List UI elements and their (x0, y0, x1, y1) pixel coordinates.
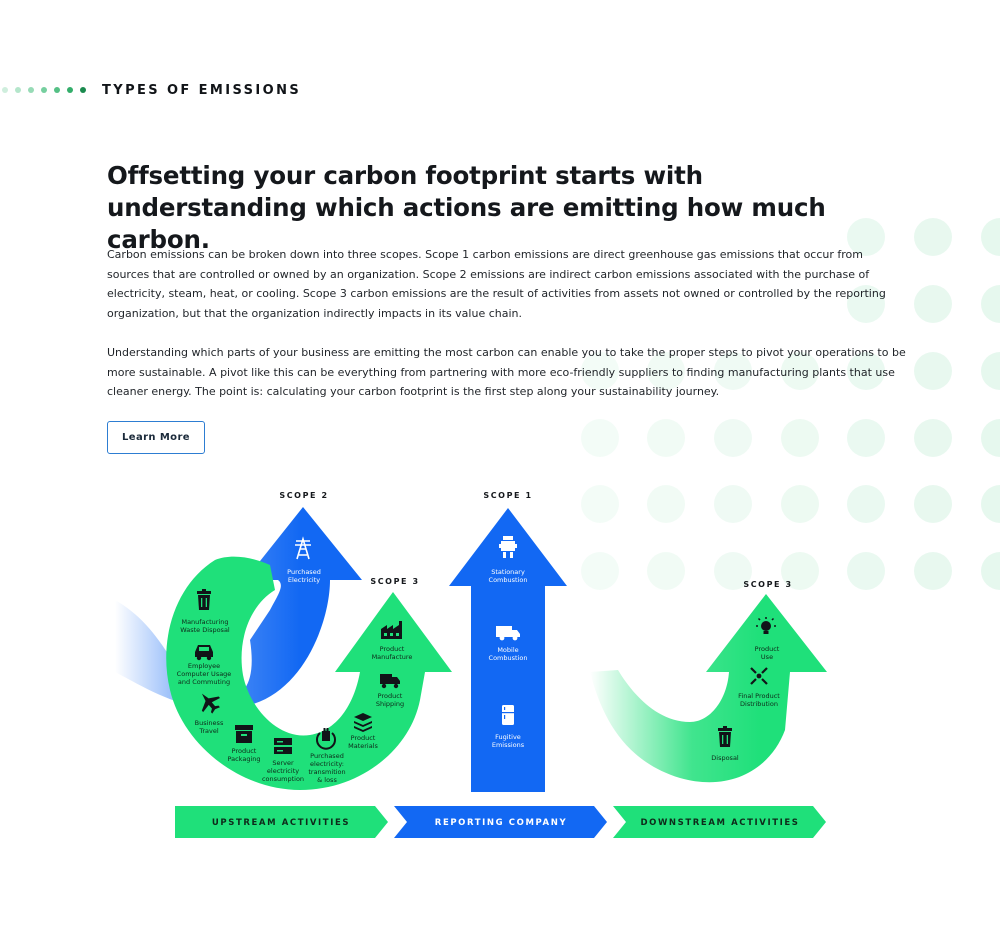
server-electricity-label: Server electricity consumption (261, 759, 305, 783)
mobile-combustion-label: Mobile Combustion (488, 646, 528, 662)
employee-commuting-label: Employee Computer Usage and Commuting (176, 662, 232, 686)
upstream-activities-label: UPSTREAM ACTIVITIES (211, 818, 351, 828)
product-manufacture-label: Product Manufacture (371, 645, 413, 661)
manufacturing-waste-label: Manufacturing Waste Disposal (180, 618, 230, 634)
fridge-icon (502, 705, 514, 725)
emissions-scope-diagram (115, 507, 827, 838)
purchased-electricity-label: Purchased Electricity (287, 568, 321, 584)
stationary-combustion-label: Stationary Combustion (488, 568, 528, 584)
final-distribution-label: Final Product Distribution (738, 692, 780, 708)
business-travel-label: Business Travel (194, 719, 224, 735)
product-packaging-label: Product Packaging (227, 747, 261, 763)
trash-icon (197, 589, 211, 610)
fugitive-emissions-label: Fugitive Emissions (491, 733, 525, 749)
downstream-activities-label: DOWNSTREAM ACTIVITIES (640, 818, 800, 828)
scope3-downstream-title: SCOPE 3 (743, 580, 793, 589)
scope3-downstream-arrow (590, 594, 827, 783)
product-use-label: Product Use (754, 645, 780, 661)
scope1-title: SCOPE 1 (483, 491, 533, 500)
product-shipping-label: Product Shipping (375, 692, 405, 708)
product-materials-label: Product Materials (348, 734, 378, 750)
box-icon (235, 725, 253, 743)
transmission-loss-label: Purchased electricity: transmition & loss (308, 752, 346, 784)
trash-icon (718, 726, 732, 747)
disposal-label: Disposal (711, 754, 739, 762)
scope2-title: SCOPE 2 (279, 491, 329, 500)
reporting-company-label: REPORTING COMPANY (434, 818, 568, 828)
scope3-upstream-title: SCOPE 3 (370, 577, 420, 586)
